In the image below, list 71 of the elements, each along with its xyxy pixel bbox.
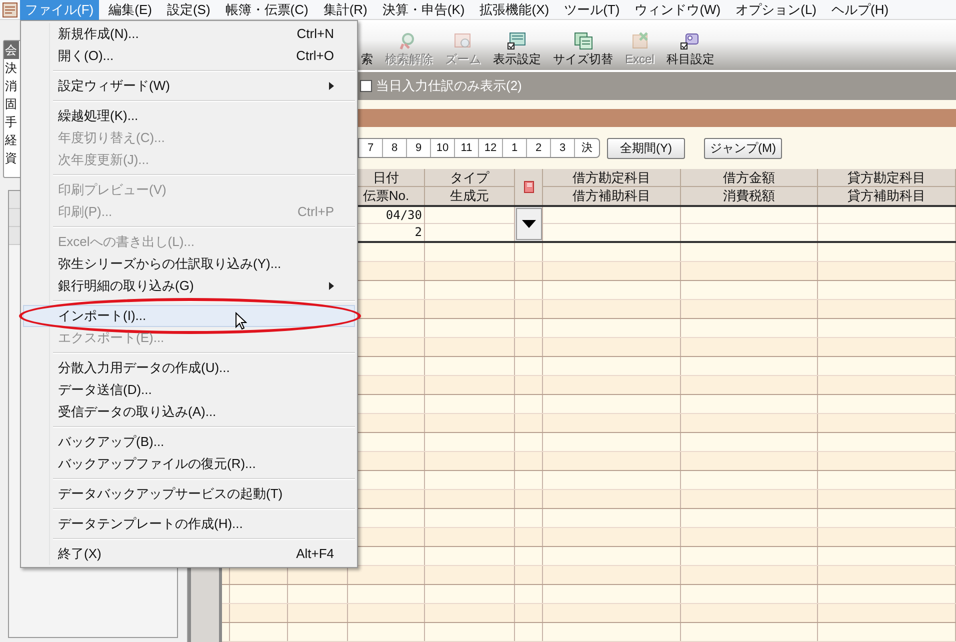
menu-item[interactable]: 分散入力用データの作成(U)...	[23, 357, 355, 379]
column-header: 貸方補助科目	[846, 186, 926, 205]
period-button[interactable]: 全期間(Y)	[607, 138, 685, 159]
sidebar-tab[interactable]: 決	[4, 59, 19, 77]
app-icon	[2, 2, 18, 18]
column-header: 借方補助科目	[572, 186, 652, 205]
menu-bar-item[interactable]: 集計(R)	[318, 0, 372, 20]
dropdown-button[interactable]	[516, 208, 542, 240]
menu-item[interactable]: 銀行明細の取り込み(G)	[23, 275, 355, 297]
column-header: タイプ	[425, 168, 514, 187]
menu-bar-item[interactable]: ツール(T)	[559, 0, 625, 20]
menu-item[interactable]: データ送信(D)...	[23, 379, 355, 401]
month-button[interactable]: 8	[383, 139, 407, 158]
month-button[interactable]: 9	[407, 139, 431, 158]
menu-item[interactable]: 弥生シリーズからの仕訳取り込み(Y)...	[23, 253, 355, 275]
month-button[interactable]: 12	[479, 139, 503, 158]
sidebar-tab[interactable]: 固	[4, 95, 19, 113]
size-toggle-icon	[573, 31, 593, 51]
caret-icon	[522, 220, 536, 228]
month-button[interactable]: 決	[575, 139, 599, 158]
month-button[interactable]: 10	[431, 139, 455, 158]
menu-item[interactable]: バックアップファイルの復元(R)...	[23, 453, 355, 475]
sidebar-tab[interactable]: 手	[4, 113, 19, 131]
sidebar-tab[interactable]: 資	[4, 149, 19, 167]
menu-bar-item[interactable]: 編集(E)	[104, 0, 157, 20]
month-button[interactable]: 1	[503, 139, 527, 158]
voucher-number-cell: 2	[414, 224, 422, 241]
month-button[interactable]: 3	[551, 139, 575, 158]
menu-bar-item[interactable]: 決算・申告(K)	[377, 0, 470, 20]
month-button[interactable]: 7	[359, 139, 383, 158]
column-header: 伝票No.	[362, 186, 410, 205]
tags-settings-icon	[680, 31, 700, 51]
checkbox[interactable]	[360, 80, 372, 92]
menu-item[interactable]: データテンプレートの作成(H)...	[23, 513, 355, 535]
menu-bar-item[interactable]: 拡張機能(X)	[474, 0, 554, 20]
column-header: 借方金額	[681, 168, 817, 187]
submenu-arrow-icon	[329, 282, 334, 290]
display-settings-icon	[507, 31, 527, 51]
column-header: 消費税額	[722, 186, 776, 205]
book-icon	[524, 180, 534, 193]
menu-item[interactable]: 繰越処理(K)...	[23, 105, 355, 127]
toolbar-button[interactable]: サイズ切替	[551, 31, 615, 67]
menu-item[interactable]: 受信データの取り込み(A)...	[23, 401, 355, 423]
menu-item[interactable]: 開く(O)... Ctrl+O	[23, 45, 355, 67]
sidebar-tab[interactable]: 会	[4, 41, 19, 59]
date-cell: 04/30	[386, 206, 422, 223]
menu-item[interactable]: 終了(X) Alt+F4	[23, 543, 355, 565]
month-button[interactable]: 2	[527, 139, 551, 158]
menu-item[interactable]: インポート(I)...	[23, 305, 355, 327]
menu-item[interactable]: 設定ウィザード(W)	[23, 75, 355, 97]
mouse-cursor-icon	[235, 312, 247, 330]
menu-bar-item[interactable]: ヘルプ(H)	[826, 0, 894, 20]
month-button[interactable]: 11	[455, 139, 479, 158]
menu-item[interactable]: バックアップ(B)...	[23, 431, 355, 453]
column-header: 借方勘定科目	[543, 168, 680, 187]
toolbar-button[interactable]: 表示設定	[491, 31, 543, 67]
menu-item[interactable]: データバックアップサービスの起動(T)	[23, 483, 355, 505]
menu-bar-item[interactable]: 設定(S)	[162, 0, 216, 20]
period-button[interactable]: ジャンプ(M)	[704, 138, 782, 159]
menu-bar-item[interactable]: 帳簿・伝票(C)	[220, 0, 314, 20]
sidebar-tab[interactable]: 経	[4, 131, 19, 149]
menu-bar-item[interactable]: オプション(L)	[730, 0, 822, 20]
toolbar-button[interactable]: 索	[359, 51, 375, 67]
menu-item[interactable]: 新規作成(N)... Ctrl+N	[23, 23, 355, 45]
column-header: 貸方勘定科目	[818, 168, 955, 187]
submenu-arrow-icon	[329, 82, 334, 90]
toolbar-button[interactable]: 科目設定	[664, 31, 716, 67]
sidebar-tab[interactable]: 消	[4, 77, 19, 95]
column-header: 生成元	[449, 186, 490, 205]
spreadsheet-icon	[630, 31, 650, 51]
menu-bar-item[interactable]: ウィンドウ(W)	[630, 0, 726, 20]
